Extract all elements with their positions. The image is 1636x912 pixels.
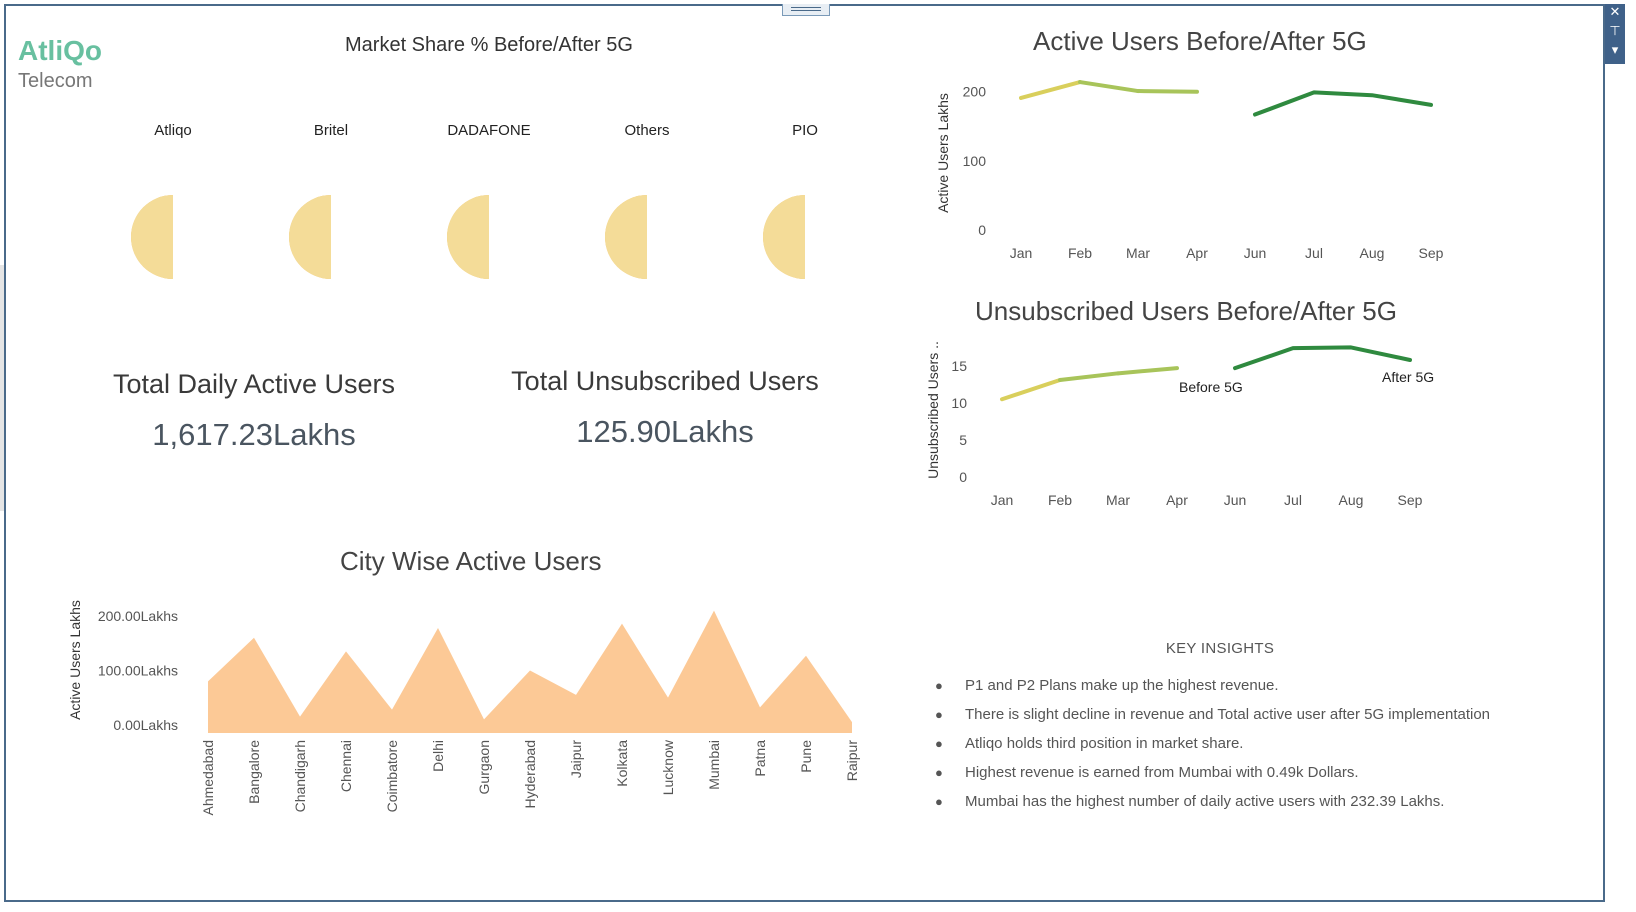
- y-tick-label: 200: [963, 84, 987, 100]
- city-area: [208, 610, 852, 733]
- x-tick-label: Jun: [1224, 492, 1247, 508]
- bullet-icon: ●: [935, 678, 943, 693]
- series-before-segment: [1058, 371, 1120, 382]
- x-tick-label: Apr: [1166, 492, 1188, 508]
- key-insights: KEY INSIGHTS ● P1 and P2 Plans make up th…: [935, 640, 1575, 816]
- x-tick-label: Feb: [1048, 492, 1072, 508]
- x-tick-label: Jul: [1284, 492, 1302, 508]
- x-tick-label: Jan: [991, 492, 1014, 508]
- insight-item: ● P1 and P2 Plans make up the highest rev…: [935, 671, 1575, 700]
- x-tick-label: Gurgaon: [476, 740, 492, 794]
- insight-item: ● Atliqo holds third position in market s…: [935, 729, 1575, 758]
- pie-slice-after: [763, 195, 805, 279]
- insight-text: Atliqo holds third position in market sh…: [965, 735, 1244, 752]
- x-tick-label: Patna: [752, 740, 768, 777]
- pie-slice-after: [289, 195, 331, 279]
- x-tick-label: Pune: [798, 740, 814, 773]
- y-tick-label: 100.00Lakhs: [98, 662, 178, 678]
- bullet-icon: ●: [935, 736, 943, 751]
- insight-item: ● Highest revenue is earned from Mumbai w…: [935, 758, 1575, 787]
- x-tick-label: Delhi: [430, 740, 446, 772]
- pie-slice-after: [131, 195, 173, 279]
- insight-item: ● There is slight decline in revenue and …: [935, 700, 1575, 729]
- x-tick-label: Jun: [1244, 245, 1267, 261]
- x-tick-label: Sep: [1419, 245, 1444, 261]
- insight-item: ● Mumbai has the highest number of daily …: [935, 787, 1575, 816]
- x-tick-label: Ahmedabad: [200, 740, 216, 816]
- x-tick-label: Jul: [1305, 245, 1323, 261]
- series-after-line: [1233, 345, 1412, 371]
- y-axis-label: Active Users Lakhs: [67, 600, 83, 720]
- x-tick-label: Coimbatore: [384, 740, 400, 813]
- bullet-icon: ●: [935, 707, 943, 722]
- series-before-segment: [1078, 80, 1140, 94]
- insight-text: Highest revenue is earned from Mumbai wi…: [965, 764, 1359, 781]
- x-tick-label: Jaipur: [568, 740, 584, 778]
- x-tick-label: Aug: [1360, 245, 1385, 261]
- y-tick-label: 100: [963, 153, 987, 169]
- insight-text: Mumbai has the highest number of daily a…: [965, 793, 1445, 810]
- y-tick-label: 15: [951, 358, 967, 374]
- series-before-segment: [1116, 366, 1179, 376]
- y-axis-label: Active Users Lakhs: [935, 93, 951, 213]
- series-label: After 5G: [1382, 369, 1434, 385]
- x-tick-label: Raipur: [844, 740, 860, 782]
- insights-list: ● P1 and P2 Plans make up the highest rev…: [935, 671, 1575, 816]
- x-tick-label: Mumbai: [706, 740, 722, 790]
- y-tick-label: 5: [959, 432, 967, 448]
- pie-slice-after: [447, 195, 489, 279]
- x-tick-label: Kolkata: [614, 740, 630, 787]
- series-before-segment: [1000, 377, 1062, 402]
- x-tick-label: Lucknow: [660, 739, 676, 795]
- x-tick-label: Mar: [1126, 245, 1150, 261]
- x-tick-label: Bangalore: [246, 740, 262, 804]
- x-tick-label: Chennai: [338, 740, 354, 792]
- insights-title: KEY INSIGHTS: [1165, 640, 1275, 657]
- series-label: Before 5G: [1179, 379, 1243, 395]
- x-tick-label: Chandigarh: [292, 740, 308, 812]
- y-tick-label: 200.00Lakhs: [98, 608, 178, 624]
- x-tick-label: Feb: [1068, 245, 1092, 261]
- x-tick-label: Jan: [1010, 245, 1033, 261]
- x-tick-label: Apr: [1186, 245, 1208, 261]
- x-tick-label: Aug: [1339, 492, 1364, 508]
- series-after-line: [1253, 90, 1433, 117]
- insight-text: P1 and P2 Plans make up the highest reve…: [965, 677, 1279, 694]
- y-tick-label: 10: [951, 395, 967, 411]
- bullet-icon: ●: [935, 765, 943, 780]
- y-tick-label: 0.00Lakhs: [113, 717, 178, 733]
- bullet-icon: ●: [935, 794, 943, 809]
- x-tick-label: Hyderabad: [522, 740, 538, 809]
- x-tick-label: Mar: [1106, 492, 1130, 508]
- y-tick-label: 0: [978, 222, 986, 238]
- series-before-segment: [1019, 80, 1082, 100]
- x-tick-label: Sep: [1398, 492, 1423, 508]
- y-tick-label: 0: [959, 469, 967, 485]
- insight-text: There is slight decline in revenue and T…: [965, 706, 1491, 723]
- y-axis-label: Unsubscribed Users ..: [925, 341, 941, 479]
- pie-slice-after: [605, 195, 647, 279]
- series-before-segment: [1136, 89, 1199, 94]
